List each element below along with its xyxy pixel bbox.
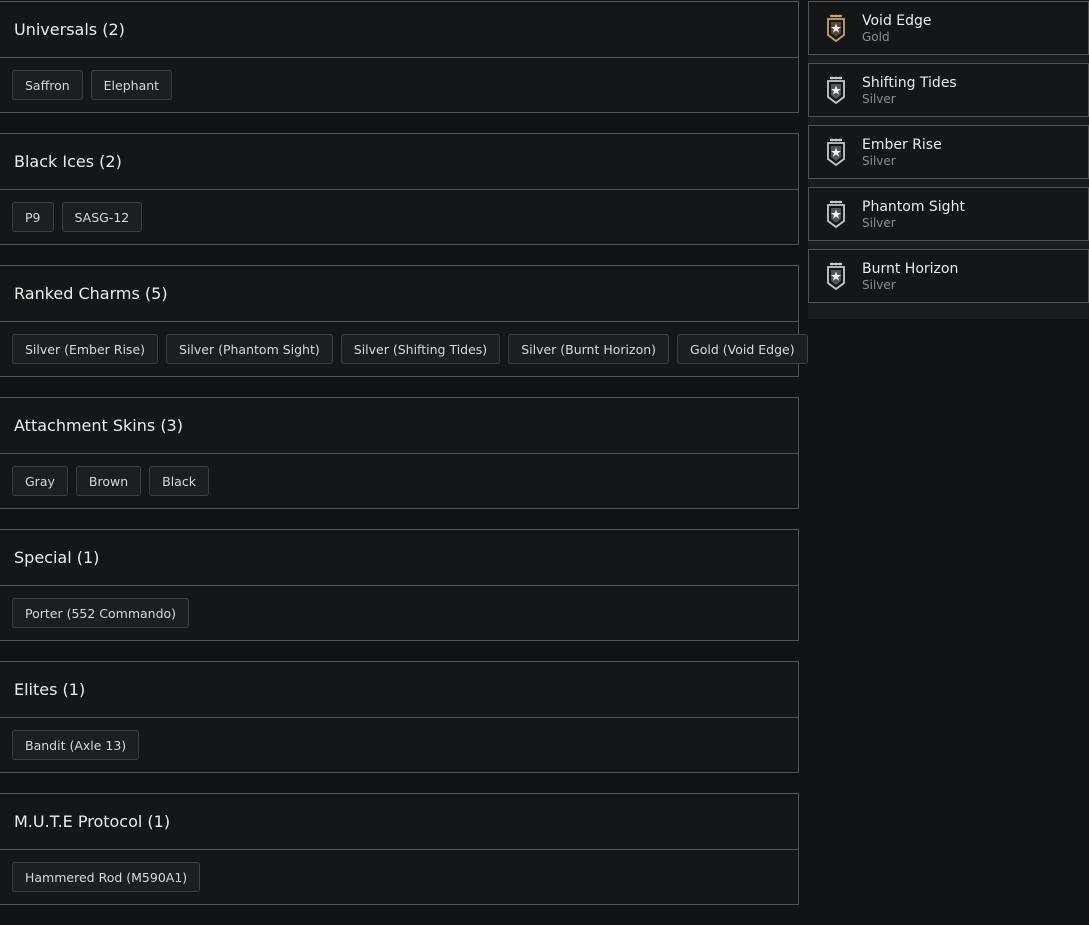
item-chip[interactable]: Bandit (Axle 13) — [12, 730, 140, 760]
section-special: Special (1) Porter (552 Commando) — [0, 529, 799, 641]
charm-void-edge[interactable]: Void Edge Gold — [808, 1, 1089, 55]
charm-text: Phantom Sight Silver — [862, 199, 965, 230]
section-items: Gray Brown Black — [0, 454, 798, 508]
charm-tier: Silver — [862, 215, 896, 230]
charm-tier: Gold — [862, 29, 890, 44]
section-title: Ranked Charms (5) — [0, 266, 798, 322]
charm-name: Burnt Horizon — [862, 260, 959, 277]
section-m-u-t-e-protocol: M.U.T.E Protocol (1) Hammered Rod (M590A1… — [0, 793, 799, 905]
section-universals: Universals (2) Saffron Elephant — [0, 1, 799, 113]
section-title: Special (1) — [0, 530, 798, 586]
section-items: Bandit (Axle 13) — [0, 718, 798, 772]
item-chip[interactable]: Hammered Rod (M590A1) — [12, 862, 201, 892]
item-chip[interactable]: Elephant — [90, 70, 173, 100]
charm-name: Ember Rise — [862, 136, 942, 153]
section-title: Elites (1) — [0, 662, 798, 718]
silver-charm-banner-icon — [823, 261, 849, 291]
ranked-charms-panel: Void Edge Gold Shifting Tides Silver Ember R… — [808, 1, 1089, 319]
section-title: Attachment Skins (3) — [0, 398, 798, 454]
silver-charm-banner-icon — [823, 199, 849, 229]
section-ranked-charms: Ranked Charms (5) Silver (Ember Rise) Silv… — [0, 265, 808, 377]
silver-charm-banner-icon — [823, 137, 849, 167]
charm-text: Void Edge Gold — [862, 13, 932, 44]
gold-charm-banner-icon — [823, 13, 849, 43]
section-items: Hammered Rod (M590A1) — [0, 850, 798, 904]
item-chip[interactable]: Black — [149, 466, 209, 496]
item-chip[interactable]: Silver (Burnt Horizon) — [508, 334, 670, 364]
item-chip[interactable]: Silver (Shifting Tides) — [340, 334, 501, 364]
item-chip[interactable]: Silver (Ember Rise) — [12, 334, 159, 364]
charm-shifting-tides[interactable]: Shifting Tides Silver — [808, 63, 1089, 117]
charm-ember-rise[interactable]: Ember Rise Silver — [808, 125, 1089, 179]
item-chip[interactable]: Porter (552 Commando) — [12, 598, 190, 628]
charm-text: Burnt Horizon Silver — [862, 261, 958, 292]
section-attachment-skins: Attachment Skins (3) Gray Brown Black — [0, 397, 799, 509]
item-chip[interactable]: P9 — [12, 202, 54, 232]
item-sections: Universals (2) Saffron Elephant Black Ices … — [0, 1, 808, 925]
charm-name: Shifting Tides — [862, 74, 957, 91]
section-title: Universals (2) — [0, 2, 798, 58]
item-chip[interactable]: Silver (Phantom Sight) — [166, 334, 333, 364]
charm-name: Void Edge — [862, 12, 932, 29]
charm-text: Shifting Tides Silver — [862, 75, 957, 106]
item-chip[interactable]: Saffron — [12, 70, 83, 100]
item-chip[interactable]: Gold (Void Edge) — [677, 334, 808, 364]
section-items: Saffron Elephant — [0, 58, 798, 112]
charm-tier: Silver — [862, 277, 896, 292]
section-elites: Elites (1) Bandit (Axle 13) — [0, 661, 799, 773]
section-title: Black Ices (2) — [0, 134, 798, 190]
section-title: M.U.T.E Protocol (1) — [0, 794, 798, 850]
item-chip[interactable]: Brown — [75, 466, 142, 496]
section-items: P9 SASG-12 — [0, 190, 798, 244]
item-chip[interactable]: SASG-12 — [61, 202, 143, 232]
section-black-ices: Black Ices (2) P9 SASG-12 — [0, 133, 799, 245]
charm-burnt-horizon[interactable]: Burnt Horizon Silver — [808, 249, 1089, 303]
charm-tier: Silver — [862, 91, 896, 106]
charm-phantom-sight[interactable]: Phantom Sight Silver — [808, 187, 1089, 241]
charm-name: Phantom Sight — [862, 198, 965, 215]
item-chip[interactable]: Gray — [12, 466, 68, 496]
silver-charm-banner-icon — [823, 75, 849, 105]
charm-text: Ember Rise Silver — [862, 137, 942, 168]
section-items: Porter (552 Commando) — [0, 586, 798, 640]
charm-tier: Silver — [862, 153, 896, 168]
section-items: Silver (Ember Rise) Silver (Phantom Sight… — [0, 322, 808, 376]
